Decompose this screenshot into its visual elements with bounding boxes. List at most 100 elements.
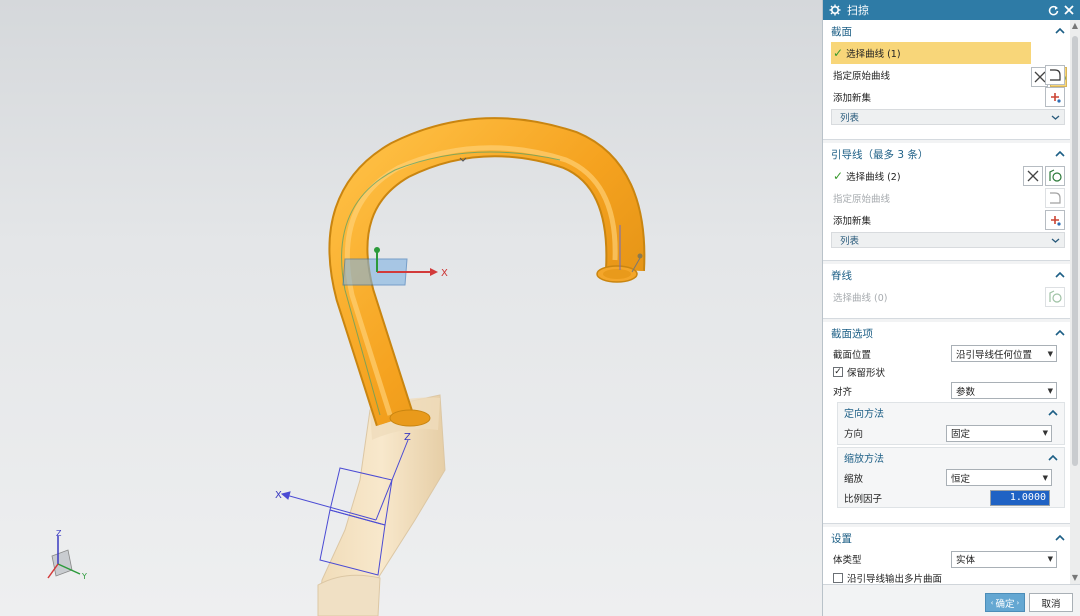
collapse-caret-icon[interactable] <box>1055 329 1065 337</box>
view-triad-icon: Z Y <box>47 529 87 581</box>
section-group-header[interactable]: 截面 <box>823 20 1071 42</box>
settings-group: 设置 体类型 实体 ▼ 沿引导线输出多片曲面 <box>823 527 1071 584</box>
dropdown-arrow-icon: ▼ <box>1047 555 1053 563</box>
select-section-curve[interactable]: ✓ 选择曲线 (1) <box>831 42 1031 64</box>
origin-curve-icon <box>1045 188 1065 208</box>
body-type-select[interactable]: 实体 ▼ <box>951 550 1057 568</box>
orientation-subgroup: 定向方法 方向 固定 ▼ <box>837 402 1065 445</box>
scaling-title: 缩放方法 <box>844 454 884 465</box>
collapse-caret-icon[interactable] <box>1055 27 1065 35</box>
scaling-header[interactable]: 缩放方法 <box>838 448 1064 467</box>
multi-sheet-row[interactable]: 沿引导线输出多片曲面 <box>823 569 1071 584</box>
section-group-title: 截面 <box>831 25 852 38</box>
scroll-down-icon[interactable]: ▼ <box>1071 574 1079 582</box>
multi-sheet-checkbox[interactable] <box>833 573 843 583</box>
add-set-icon[interactable] <box>1045 210 1065 230</box>
section-position-row: 截面位置 沿引导线任何位置 ▼ <box>823 344 1071 363</box>
dialog-titlebar: 扫掠 <box>823 0 1080 20</box>
scaling-subgroup: 缩放方法 缩放 恒定 ▼ 比例因子 1.0000 <box>837 447 1065 508</box>
collapse-caret-icon[interactable] <box>1055 150 1065 158</box>
checkmark-icon: ✓ <box>833 46 844 60</box>
section-position-select[interactable]: 沿引导线任何位置 ▼ <box>951 345 1057 362</box>
section-options-header[interactable]: 截面选项 <box>823 322 1071 344</box>
dropdown-arrow-icon: ▼ <box>1042 429 1048 437</box>
alignment-select[interactable]: 参数 ▼ <box>951 382 1057 399</box>
alignment-value: 参数 <box>956 386 976 398</box>
scale-row: 缩放 恒定 ▼ <box>838 467 1064 488</box>
scale-select[interactable]: 恒定 ▼ <box>946 469 1052 486</box>
reset-icon[interactable] <box>1046 3 1060 17</box>
settings-header[interactable]: 设置 <box>823 527 1071 549</box>
graphics-viewport[interactable]: X X Z Z Y <box>0 0 822 616</box>
add-new-set-row[interactable]: 添加新集 <box>823 86 1071 108</box>
preserve-shape-checkbox[interactable]: ✓ <box>833 367 843 377</box>
guide-group-header[interactable]: 引导线（最多 3 条） <box>823 143 1071 165</box>
scale-factor-input[interactable]: 1.0000 <box>990 489 1050 506</box>
select-guide-curve[interactable]: ✓ 选择曲线 (2) <box>823 165 1071 187</box>
spine-group: 脊线 选择曲线 (0) <box>823 264 1071 319</box>
direction-row: 方向 固定 ▼ <box>838 422 1064 444</box>
curve-rule-icon[interactable] <box>1045 287 1065 307</box>
specify-origin-label: 指定原始曲线 <box>833 194 891 205</box>
collapse-caret-icon[interactable] <box>1048 454 1058 462</box>
gear-icon <box>829 4 841 16</box>
add-set-icon[interactable] <box>1045 87 1065 107</box>
curve-rule-icon[interactable] <box>1045 166 1065 186</box>
section-list-toggle[interactable]: 列表 <box>831 109 1065 125</box>
dropdown-arrow-icon: ▼ <box>1047 349 1053 358</box>
ok-button[interactable]: ‹ 确定 › <box>985 593 1025 612</box>
add-new-set-label: 添加新集 <box>833 216 872 227</box>
select-curve-label: 选择曲线 (1) <box>846 49 901 60</box>
origin-curve-icon[interactable] <box>1045 65 1065 85</box>
collapse-caret-icon[interactable] <box>1055 271 1065 279</box>
specify-origin-curve-row[interactable]: 指定原始曲线 <box>823 64 1071 86</box>
collapse-caret-icon[interactable] <box>1055 534 1065 542</box>
svg-text:X: X <box>275 490 282 501</box>
model-scene[interactable]: X X Z Z Y <box>0 0 822 616</box>
close-icon[interactable] <box>1062 3 1076 17</box>
direction-select[interactable]: 固定 ▼ <box>946 424 1052 442</box>
spine-group-title: 脊线 <box>831 269 852 282</box>
settings-title: 设置 <box>831 532 852 545</box>
scale-factor-row: 比例因子 1.0000 <box>838 488 1064 507</box>
dialog-scrollbar[interactable]: ▲ ▼ <box>1070 20 1080 584</box>
specify-origin-label: 指定原始曲线 <box>833 71 891 82</box>
svg-text:Z: Z <box>404 432 411 443</box>
list-label: 列表 <box>840 236 860 247</box>
select-spine-curve[interactable]: 选择曲线 (0) <box>823 286 1071 308</box>
scrollbar-thumb[interactable] <box>1072 36 1078 466</box>
section-options-title: 截面选项 <box>831 327 873 340</box>
dialog-body: 截面 ✓ 选择曲线 (1) 指定原始曲线 添加新集 列表 引导线（最多 3 条）… <box>823 20 1071 584</box>
svg-text:X: X <box>441 268 448 279</box>
collapse-caret-icon[interactable] <box>1048 409 1058 417</box>
direction-value: 固定 <box>951 429 971 440</box>
section-options-group: 截面选项 截面位置 沿引导线任何位置 ▼ ✓ 保留形状 对齐 参数 ▼ 定向方法… <box>823 322 1071 524</box>
svg-text:Y: Y <box>81 572 87 581</box>
guide-list-toggle[interactable]: 列表 <box>831 232 1065 248</box>
spine-group-header[interactable]: 脊线 <box>823 264 1071 286</box>
preserve-shape-row[interactable]: ✓ 保留形状 <box>823 363 1071 381</box>
dropdown-arrow-icon: ▼ <box>1047 386 1053 395</box>
dialog-title: 扫掠 <box>847 4 869 17</box>
ok-arrow-icon: ‹ <box>990 598 994 607</box>
svg-text:Z: Z <box>56 529 62 538</box>
ok-arrow-icon: › <box>1016 598 1020 607</box>
cancel-button[interactable]: 取消 <box>1029 593 1073 612</box>
select-curve-label: 选择曲线 (0) <box>833 293 888 304</box>
chevron-down-icon <box>1051 238 1060 243</box>
dialog-footer: ‹ 确定 › 取消 <box>823 584 1080 616</box>
guide-group-title: 引导线（最多 3 条） <box>831 148 929 161</box>
list-label: 列表 <box>840 113 860 124</box>
scale-value: 恒定 <box>951 473 971 485</box>
guide-group: 引导线（最多 3 条） ✓ 选择曲线 (2) 指定原始曲线 添加新集 列表 <box>823 143 1071 261</box>
orientation-header[interactable]: 定向方法 <box>838 403 1064 422</box>
multi-sheet-label: 沿引导线输出多片曲面 <box>847 574 943 584</box>
add-new-set-row[interactable]: 添加新集 <box>823 209 1071 231</box>
scroll-up-icon[interactable]: ▲ <box>1071 22 1079 30</box>
specify-origin-curve-row: 指定原始曲线 <box>823 187 1071 209</box>
deselect-curve-icon[interactable] <box>1023 166 1043 186</box>
section-position-value: 沿引导线任何位置 <box>956 349 1033 361</box>
sweep-dialog: 扫掠 截面 ✓ 选择曲线 (1) 指定原始曲线 添加新集 列表 引导线（最多 3… <box>822 0 1080 616</box>
preserve-shape-label: 保留形状 <box>847 368 886 379</box>
body-type-row: 体类型 实体 ▼ <box>823 549 1071 569</box>
